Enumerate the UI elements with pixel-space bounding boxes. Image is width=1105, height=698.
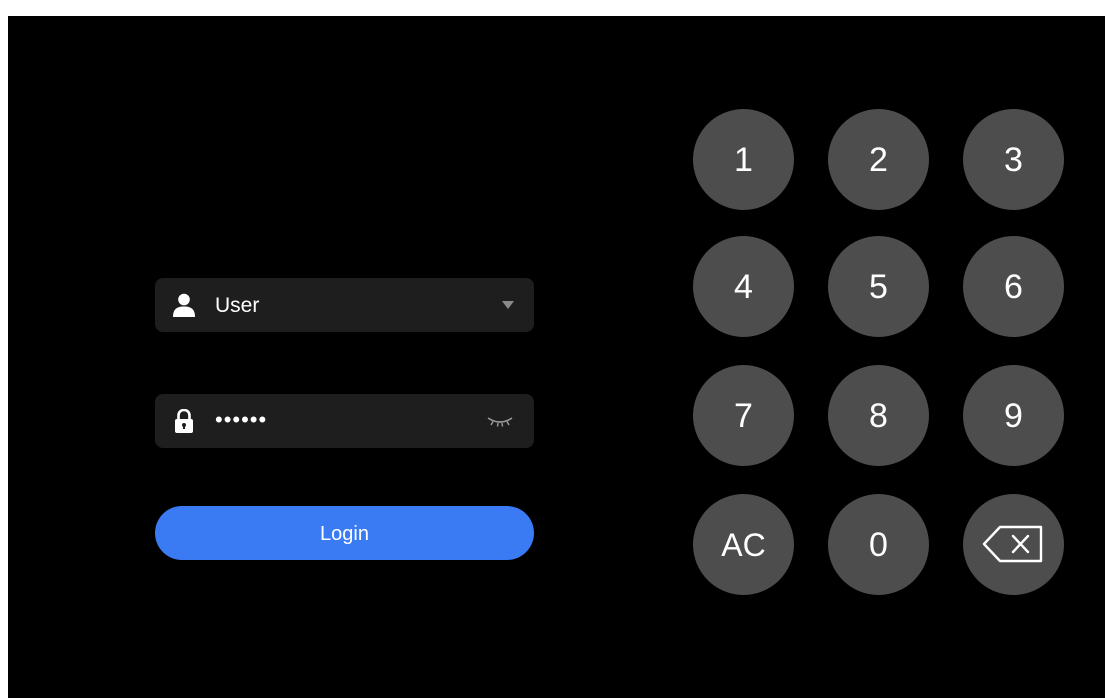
key-5[interactable]: 5 <box>828 236 929 337</box>
key-backspace[interactable] <box>963 494 1064 595</box>
key-7[interactable]: 7 <box>693 365 794 466</box>
user-icon <box>173 293 195 317</box>
key-4[interactable]: 4 <box>693 236 794 337</box>
eye-closed-icon[interactable] <box>486 412 514 430</box>
key-9[interactable]: 9 <box>963 365 1064 466</box>
backspace-icon <box>982 525 1043 563</box>
password-input[interactable]: •••••• <box>215 394 267 448</box>
user-select-value: User <box>215 294 260 317</box>
key-clear-all[interactable]: AC <box>693 494 794 595</box>
key-0[interactable]: 0 <box>828 494 929 595</box>
user-select[interactable]: User <box>155 278 534 332</box>
password-field[interactable]: •••••• <box>155 394 534 448</box>
key-2[interactable]: 2 <box>828 109 929 210</box>
chevron-down-icon[interactable] <box>502 300 514 310</box>
key-1[interactable]: 1 <box>693 109 794 210</box>
key-8[interactable]: 8 <box>828 365 929 466</box>
key-6[interactable]: 6 <box>963 236 1064 337</box>
login-button[interactable]: Login <box>155 506 534 560</box>
lock-icon <box>175 409 193 433</box>
login-screen: User •••••• Login 1 2 3 4 5 6 7 8 9 AC 0 <box>8 16 1105 698</box>
key-3[interactable]: 3 <box>963 109 1064 210</box>
